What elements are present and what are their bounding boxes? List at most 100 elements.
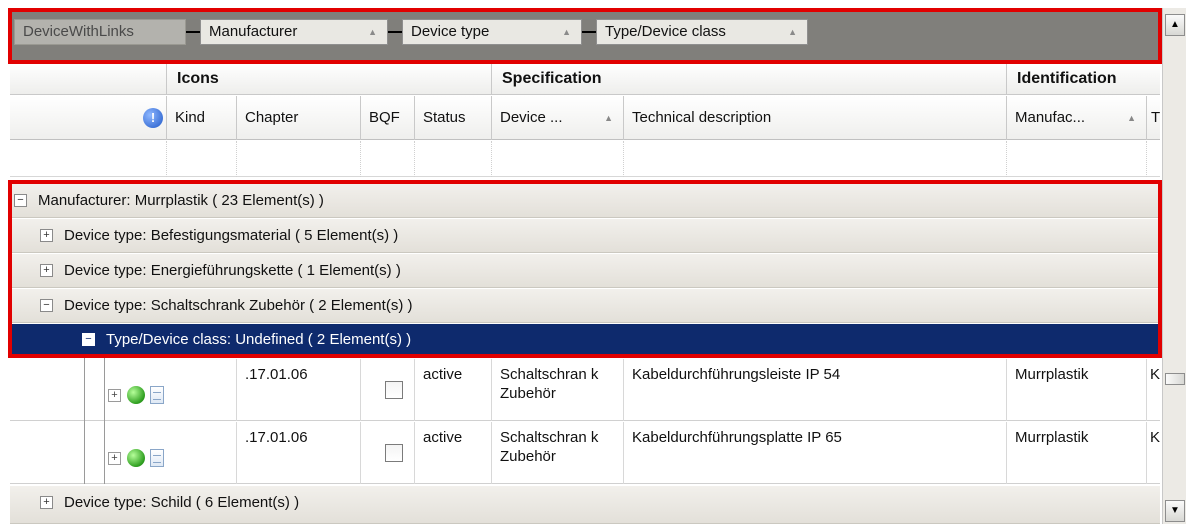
band-icons[interactable]: Icons — [166, 63, 491, 95]
filter-cell-device-type[interactable] — [491, 141, 623, 177]
cell-manufacturer-text: Murrplastik — [1015, 366, 1089, 383]
cell-status: active — [414, 359, 491, 421]
group-row-label: Device type: Befestigungsmaterial ( 5 El… — [64, 227, 399, 244]
cell-technical-description-text: Kabeldurchführungsleiste IP 54 — [632, 366, 841, 383]
group-row-label: Device type: Schaltschrank Zubehör ( 2 E… — [64, 297, 413, 314]
filter-cell-technical-description[interactable] — [623, 141, 1006, 177]
document-icon — [150, 449, 164, 467]
scroll-up-button[interactable]: ▲ — [1165, 14, 1185, 36]
group-row-device-type[interactable]: + Device type: Schild ( 6 Element(s) ) — [10, 486, 1160, 524]
group-row-device-type[interactable]: − Device type: Schaltschrank Zubehör ( 2… — [10, 289, 1160, 323]
groupby-chip-label: Device type — [411, 23, 490, 40]
column-kind[interactable]: Kind — [166, 96, 236, 140]
cell-overflow: K — [1146, 422, 1160, 484]
filter-cell-status[interactable] — [414, 141, 491, 177]
bqf-checkbox[interactable] — [385, 381, 403, 399]
band-blank — [10, 63, 166, 95]
cell-device-type: Schaltschran k Zubehör — [491, 422, 623, 484]
column-chapter[interactable]: Chapter — [236, 96, 360, 140]
collapse-icon[interactable]: − — [14, 194, 27, 207]
filter-cell-manufacturer[interactable] — [1006, 141, 1146, 177]
column-chapter-label: Chapter — [245, 109, 299, 126]
group-row-manufacturer[interactable]: − Manufacturer: Murrplastik ( 23 Element… — [10, 184, 1160, 218]
cell-technical-description-text: Kabeldurchführungsplatte IP 65 — [632, 429, 842, 446]
column-bqf[interactable]: BQF — [360, 96, 414, 140]
band-icons-label: Icons — [177, 70, 219, 87]
cell-chapter: .17.01.06 — [236, 359, 360, 421]
group-row-label: Device type: Schild ( 6 Element(s) ) — [64, 494, 300, 511]
column-device-label: Device ... — [500, 109, 563, 126]
filter-cell-bqf[interactable] — [360, 141, 414, 177]
info-icon: ! — [143, 108, 163, 128]
tree-line — [104, 356, 105, 484]
expand-icon[interactable]: + — [40, 496, 53, 509]
column-overflow-label: T — [1151, 109, 1160, 126]
cell-chapter-text: .17.01.06 — [245, 366, 308, 383]
cell-technical-description: Kabeldurchführungsleiste IP 54 — [623, 359, 1006, 421]
cell-manufacturer: Murrplastik — [1006, 422, 1146, 484]
sort-asc-icon: ▲ — [1127, 113, 1136, 123]
column-header-row: ! Kind Chapter BQF Status Device ... ▲ T… — [10, 96, 1160, 140]
group-row-device-type[interactable]: + Device type: Befestigungsmaterial ( 5 … — [10, 219, 1160, 253]
table-row[interactable]: + .17.01.06 active Schaltschran k Zubehö… — [10, 422, 1160, 484]
expand-icon[interactable]: + — [108, 452, 121, 465]
expand-icon[interactable]: + — [108, 389, 121, 402]
arrow-down-icon: ▼ — [1170, 505, 1180, 516]
sort-asc-icon: ▲ — [368, 27, 377, 37]
expand-icon[interactable]: + — [40, 229, 53, 242]
group-row-type-device-class[interactable]: − Type/Device class: Undefined ( 2 Eleme… — [10, 324, 1160, 356]
cell-overflow: K — [1146, 359, 1160, 421]
band-identification-label: Identification — [1017, 70, 1117, 87]
band-specification-label: Specification — [502, 70, 602, 87]
column-technical-description-label: Technical description — [632, 109, 772, 126]
column-bqf-label: BQF — [369, 109, 400, 126]
sort-asc-icon: ▲ — [788, 27, 797, 37]
group-row-label: Type/Device class: Undefined ( 2 Element… — [106, 331, 412, 348]
column-manufacturer-label: Manufac... — [1015, 109, 1086, 126]
sort-asc-icon: ▲ — [604, 113, 613, 123]
band-identification[interactable]: Identification — [1006, 63, 1160, 95]
vertical-scrollbar[interactable]: ▲ ▼ — [1162, 8, 1186, 524]
filter-row — [10, 141, 1160, 177]
groupby-chip-label: Type/Device class — [605, 23, 726, 40]
filter-cell-overflow[interactable] — [1146, 141, 1160, 177]
cell-overflow-text: K — [1150, 429, 1160, 446]
cell-chapter: .17.01.06 — [236, 422, 360, 484]
column-info[interactable]: ! — [10, 96, 166, 140]
filter-cell-chapter[interactable] — [236, 141, 360, 177]
column-device-type[interactable]: Device ... ▲ — [491, 96, 623, 140]
column-status[interactable]: Status — [414, 96, 491, 140]
scroll-down-button[interactable]: ▼ — [1165, 500, 1185, 522]
collapse-icon[interactable]: − — [40, 299, 53, 312]
groupby-chip-manufacturer[interactable]: Manufacturer ▲ — [200, 19, 388, 45]
group-row-label: Device type: Energieführungskette ( 1 El… — [64, 262, 401, 279]
cell-technical-description: Kabeldurchführungsplatte IP 65 — [623, 422, 1006, 484]
group-row-device-type[interactable]: + Device type: Energieführungskette ( 1 … — [10, 254, 1160, 288]
table-row[interactable]: + .17.01.06 active Schaltschran k Zubehö… — [10, 359, 1160, 421]
groupby-chip-type-device-class[interactable]: Type/Device class ▲ — [596, 19, 808, 45]
arrow-up-icon: ▲ — [1170, 19, 1180, 30]
groupby-root-label: DeviceWithLinks — [23, 23, 134, 40]
expand-icon[interactable]: + — [40, 264, 53, 277]
groupby-root-chip[interactable]: DeviceWithLinks — [14, 19, 186, 45]
cell-chapter-text: .17.01.06 — [245, 429, 308, 446]
bqf-checkbox[interactable] — [385, 444, 403, 462]
cell-overflow-text: K — [1150, 366, 1160, 383]
cell-device-type-text: Schaltschran k Zubehör — [500, 429, 599, 465]
column-overflow[interactable]: T — [1146, 96, 1160, 140]
collapse-icon[interactable]: − — [82, 333, 95, 346]
status-green-icon — [127, 386, 145, 404]
column-technical-description[interactable]: Technical description — [623, 96, 1006, 140]
tree-line — [84, 356, 85, 484]
cell-manufacturer-text: Murrplastik — [1015, 429, 1089, 446]
filter-cell-kind[interactable] — [166, 141, 236, 177]
scroll-thumb[interactable] — [1165, 373, 1185, 385]
column-manufacturer[interactable]: Manufac... ▲ — [1006, 96, 1146, 140]
groupby-chip-label: Manufacturer — [209, 23, 298, 40]
cell-device-type: Schaltschran k Zubehör — [491, 359, 623, 421]
cell-manufacturer: Murrplastik — [1006, 359, 1146, 421]
filter-cell-info[interactable] — [10, 141, 166, 177]
column-kind-label: Kind — [175, 109, 206, 126]
band-specification[interactable]: Specification — [491, 63, 1006, 95]
groupby-chip-device-type[interactable]: Device type ▲ — [402, 19, 582, 45]
